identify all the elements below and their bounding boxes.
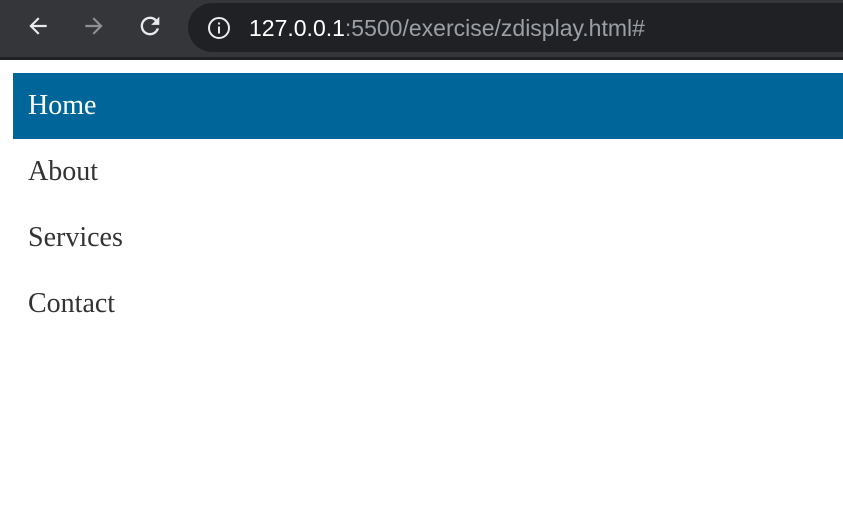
address-bar[interactable]: 127.0.0.1:5500/exercise/zdisplay.html#	[188, 3, 843, 52]
forward-button[interactable]	[76, 8, 112, 44]
arrow-right-icon	[85, 17, 103, 35]
menu-item-about[interactable]: About	[13, 139, 843, 205]
url-text[interactable]: 127.0.0.1:5500/exercise/zdisplay.html#	[249, 14, 645, 42]
menu-item-services[interactable]: Services	[13, 205, 843, 271]
reload-icon	[140, 16, 160, 36]
url-host: 127.0.0.1	[249, 15, 345, 41]
arrow-left-icon	[29, 17, 47, 35]
reload-button[interactable]	[132, 8, 168, 44]
nav-menu: Home About Services Contact	[13, 73, 843, 337]
url-path: :5500/exercise/zdisplay.html#	[344, 15, 645, 41]
browser-toolbar: 127.0.0.1:5500/exercise/zdisplay.html#	[0, 0, 843, 60]
back-button[interactable]	[20, 8, 56, 44]
menu-item-home[interactable]: Home	[13, 73, 843, 139]
info-icon[interactable]	[207, 16, 231, 40]
page-content: Home About Services Contact	[0, 60, 843, 521]
menu-item-contact[interactable]: Contact	[13, 271, 843, 337]
